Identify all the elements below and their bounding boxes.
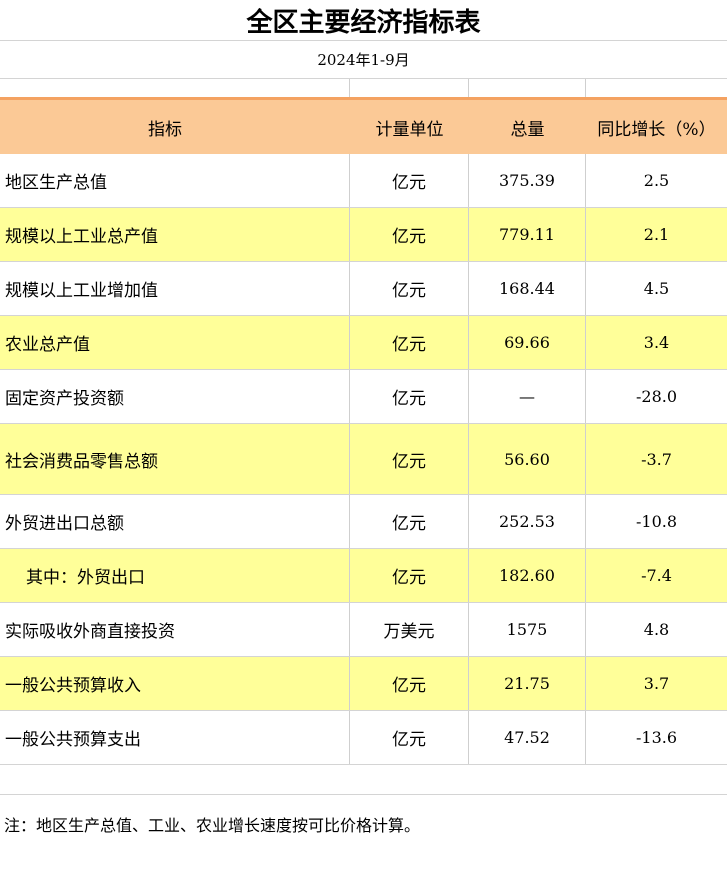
row-indicator: 外贸进出口总额 — [0, 495, 350, 548]
table-row: 实际吸收外商直接投资 万美元 1575 4.8 — [0, 603, 727, 657]
header-growth: 同比增长（%） — [597, 119, 716, 140]
row-indicator: 一般公共预算收入 — [0, 657, 350, 710]
row-total: — — [469, 370, 586, 423]
row-total: 1575 — [469, 603, 586, 656]
row-growth: -13.6 — [635, 728, 678, 747]
row-growth: 2.1 — [643, 225, 670, 244]
spacer-cell — [469, 79, 586, 99]
row-total: 182.60 — [469, 549, 586, 602]
header-total: 总量 — [510, 119, 545, 140]
row-total: 375.39 — [469, 154, 586, 207]
row-indicator: 规模以上工业增加值 — [0, 262, 350, 315]
row-growth: -3.7 — [641, 449, 672, 469]
row-growth: 2.5 — [643, 171, 670, 190]
row-unit: 亿元 — [350, 424, 469, 494]
spacer-cell — [350, 79, 469, 99]
row-unit: 亿元 — [350, 549, 469, 602]
row-unit: 亿元 — [350, 154, 469, 207]
row-indicator: 固定资产投资额 — [0, 370, 350, 423]
table-row: 地区生产总值 亿元 375.39 2.5 — [0, 154, 727, 208]
table-row: 社会消费品零售总额 亿元 56.60 -3.7 — [0, 424, 727, 495]
table-row: 规模以上工业增加值 亿元 168.44 4.5 — [0, 262, 727, 316]
row-total: 21.75 — [469, 657, 586, 710]
row-total: 168.44 — [469, 262, 586, 315]
table-row: 农业总产值 亿元 69.66 3.4 — [0, 316, 727, 370]
row-total: 779.11 — [469, 208, 586, 261]
indicator-table-sheet: 全区主要经济指标表 2024年1-9月 指标 计量单位 总量 同比增长（%） 地… — [0, 0, 727, 877]
note-row: 注：地区生产总值、工业、农业增长速度按可比价格计算。 — [0, 795, 727, 853]
row-growth: -10.8 — [635, 512, 678, 531]
header-indicator: 指标 — [148, 119, 182, 140]
table-row: 其中：外贸出口 亿元 182.60 -7.4 — [0, 549, 727, 603]
row-total: 69.66 — [469, 316, 586, 369]
row-growth: 3.7 — [643, 674, 670, 693]
row-unit: 亿元 — [350, 208, 469, 261]
row-growth: -7.4 — [641, 566, 672, 585]
table-row: 一般公共预算收入 亿元 21.75 3.7 — [0, 657, 727, 711]
table-row: 规模以上工业总产值 亿元 779.11 2.1 — [0, 208, 727, 262]
table-row: 外贸进出口总额 亿元 252.53 -10.8 — [0, 495, 727, 549]
table-title: 全区主要经济指标表 — [246, 7, 481, 38]
row-indicator: 其中：外贸出口 — [0, 549, 350, 602]
row-total: 252.53 — [469, 495, 586, 548]
spacer-row — [0, 79, 727, 99]
row-total: 56.60 — [469, 424, 586, 494]
subtitle-row: 2024年1-9月 — [0, 41, 727, 79]
spacer-cell — [586, 79, 727, 99]
row-unit: 万美元 — [350, 603, 469, 656]
empty-row — [0, 765, 727, 795]
spacer-cell — [0, 79, 350, 99]
header-unit: 计量单位 — [375, 119, 444, 140]
row-unit: 亿元 — [350, 495, 469, 548]
row-growth: 4.5 — [643, 279, 670, 298]
row-growth: 4.8 — [643, 620, 670, 639]
table-note: 注：地区生产总值、工业、农业增长速度按可比价格计算。 — [4, 816, 421, 835]
row-unit: 亿元 — [350, 262, 469, 315]
row-unit: 亿元 — [350, 711, 469, 764]
row-unit: 亿元 — [350, 370, 469, 423]
table-period: 2024年1-9月 — [317, 51, 410, 69]
row-indicator: 规模以上工业总产值 — [0, 208, 350, 261]
table-row: 一般公共预算支出 亿元 47.52 -13.6 — [0, 711, 727, 765]
row-indicator: 实际吸收外商直接投资 — [0, 603, 350, 656]
table-header-row: 指标 计量单位 总量 同比增长（%） — [0, 97, 727, 154]
row-growth: 3.4 — [643, 333, 670, 352]
table-row: 固定资产投资额 亿元 — -28.0 — [0, 370, 727, 424]
row-growth: -28.0 — [635, 387, 678, 406]
row-indicator: 社会消费品零售总额 — [0, 424, 350, 494]
row-indicator: 地区生产总值 — [0, 154, 350, 207]
row-unit: 亿元 — [350, 657, 469, 710]
title-row: 全区主要经济指标表 — [0, 0, 727, 41]
row-indicator: 一般公共预算支出 — [0, 711, 350, 764]
row-unit: 亿元 — [350, 316, 469, 369]
row-indicator: 农业总产值 — [0, 316, 350, 369]
row-total: 47.52 — [469, 711, 586, 764]
